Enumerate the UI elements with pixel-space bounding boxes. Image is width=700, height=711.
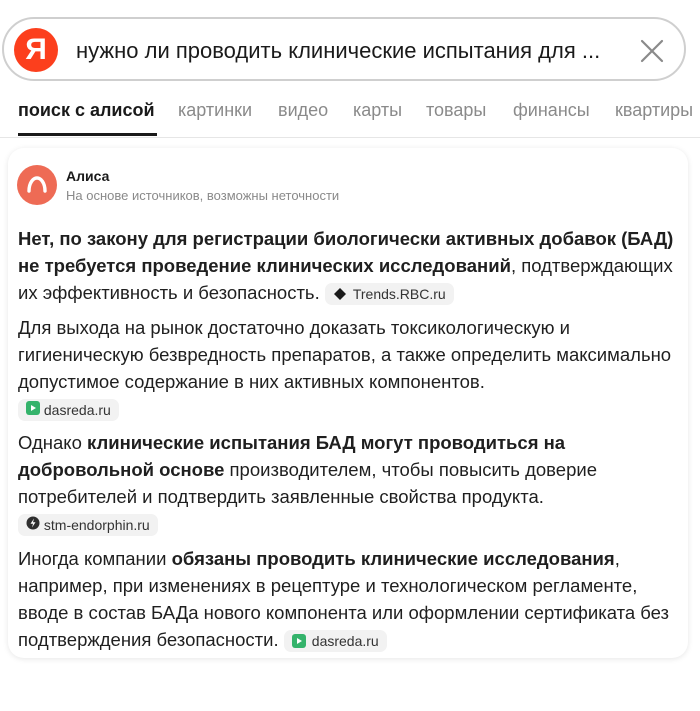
rbc-source-icon xyxy=(333,288,346,301)
alice-icon xyxy=(27,176,47,193)
stm-endorphin-source-icon xyxy=(26,516,40,530)
search-bar[interactable]: Я нужно ли проводить клинические испытан… xyxy=(2,17,686,81)
close-icon[interactable] xyxy=(638,37,666,65)
search-input[interactable]: нужно ли проводить клинические испытания… xyxy=(76,38,616,64)
tab-images[interactable]: картинки xyxy=(178,100,252,121)
answer-paragraph-3: Однако клинические испытания БАД могут п… xyxy=(18,429,678,536)
tab-search-with-alice[interactable]: поиск с алисой xyxy=(18,100,155,121)
yandex-logo[interactable]: Я xyxy=(14,28,58,72)
tab-maps[interactable]: карты xyxy=(353,100,402,121)
dasreda-source-icon xyxy=(26,401,40,415)
source-label: dasreda.ru xyxy=(43,402,111,418)
paragraph-4-pre: Иногда компании xyxy=(18,548,172,569)
alice-answer-card: Алиса На основе источников, возможны нет… xyxy=(8,148,688,658)
tabs-divider xyxy=(0,137,700,138)
answer-paragraph-1: Нет, по закону для регистрации биологиче… xyxy=(18,225,678,306)
source-link-dasreda-2[interactable]: dasreda.ru xyxy=(283,630,387,653)
source-label: stm-endorphin.ru xyxy=(43,517,150,533)
source-label: dasreda.ru xyxy=(311,633,379,650)
paragraph-3-pre: Однако xyxy=(18,432,88,453)
source-link-stm-endorphin[interactable]: stm-endorphin.ru xyxy=(18,514,158,536)
tab-goods[interactable]: товары xyxy=(426,100,486,121)
tab-video[interactable]: видео xyxy=(278,100,328,121)
tab-finance[interactable]: финансы xyxy=(513,100,590,121)
answer-paragraph-2: Для выхода на рынок достаточно доказать … xyxy=(18,314,678,421)
paragraph-2-text: Для выхода на рынок достаточно доказать … xyxy=(18,317,672,392)
search-tabs: поиск с алисой картинки видео карты това… xyxy=(18,100,700,138)
source-label: Trends.RBC.ru xyxy=(352,286,446,303)
answer-paragraph-4: Иногда компании обязаны проводить клинич… xyxy=(18,545,678,653)
dasreda-source-icon xyxy=(291,634,306,649)
answer-disclaimer: На основе источников, возможны неточност… xyxy=(66,188,340,203)
source-link-dasreda[interactable]: dasreda.ru xyxy=(18,399,119,421)
tab-apartments[interactable]: квартиры xyxy=(615,100,693,121)
source-link-trends-rbc[interactable]: Trends.RBC.ru xyxy=(324,283,454,306)
active-tab-indicator xyxy=(18,133,157,136)
paragraph-4-bold: обязаны проводить клинические исследован… xyxy=(171,548,615,569)
alice-avatar xyxy=(17,165,57,205)
answer-author: Алиса xyxy=(66,168,110,184)
